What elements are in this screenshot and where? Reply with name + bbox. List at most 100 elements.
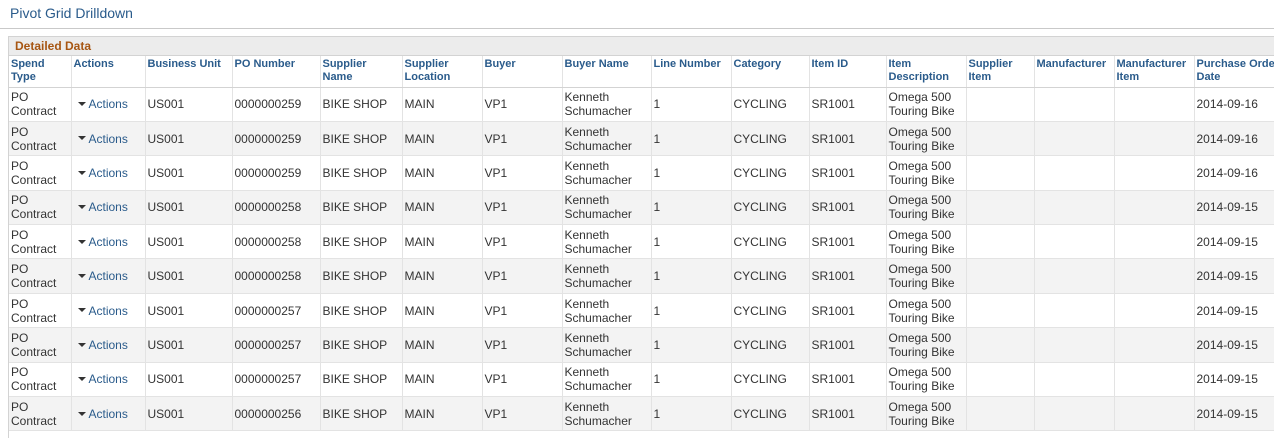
table-row[interactable]: PO Contract Actions US001 0000000256 BIKE SH… [9,396,1274,432]
cell-manufacturer [1034,190,1115,226]
actions-menu-link[interactable]: Actions [74,304,128,318]
actions-menu-link[interactable]: Actions [74,166,128,180]
col-header-manufacturer[interactable]: Manufacturer [1034,56,1115,88]
cell-po-number: 0000000259 [232,155,321,191]
cell-category: CYCLING [731,121,810,157]
cell-buyer: VP1 [482,293,563,329]
col-header-manufacturer-item[interactable]: Manufacturer Item [1114,56,1195,88]
cell-po-date: 2014-09-15 [1194,190,1274,226]
col-header-item-description[interactable]: Item Description [886,56,967,88]
cell-actions: Actions [71,155,146,191]
table-row[interactable]: PO Contract Actions US001 0000000259 BIKE SH… [9,121,1274,157]
cell-supplier-location: MAIN [402,121,483,157]
col-header-item-id[interactable]: Item ID [809,56,887,88]
col-header-line-number[interactable]: Line Number [651,56,732,88]
cell-po-number: 0000000257 [232,327,321,363]
table-row[interactable]: PO Contract Actions US001 0000000259 BIKE SH… [9,155,1274,191]
actions-menu-link[interactable]: Actions [74,407,128,421]
cell-business-unit: US001 [145,87,233,122]
actions-label: Actions [88,234,128,249]
cell-item-id: SR1001 [809,327,887,363]
cell-po-date: 2014-09-15 [1194,362,1274,398]
cell-manufacturer [1034,362,1115,398]
actions-label: Actions [88,165,128,180]
caret-down-icon [77,102,86,107]
caret-down-icon [77,273,86,278]
cell-line-number: 1 [651,327,732,363]
cell-category: CYCLING [731,224,810,260]
col-header-supplier-item[interactable]: Supplier Item [966,56,1035,88]
cell-item-description: Omega 500 Touring Bike [886,396,967,432]
actions-menu-link[interactable]: Actions [74,338,128,352]
cell-buyer-name: Kenneth Schumacher [562,362,652,398]
cell-business-unit: US001 [145,396,233,432]
cell-supplier-item [966,121,1035,157]
actions-menu-link[interactable]: Actions [74,132,128,146]
cell-supplier-location: MAIN [402,224,483,260]
cell-manufacturer [1034,87,1115,122]
cell-buyer-name: Kenneth Schumacher [562,224,652,260]
cell-manufacturer [1034,155,1115,191]
cell-actions: Actions [71,190,146,226]
cell-buyer-name: Kenneth Schumacher [562,396,652,432]
cell-item-description: Omega 500 Touring Bike [886,224,967,260]
caret-down-icon [77,136,86,141]
col-header-spend-type[interactable]: Spend Type [9,56,72,88]
col-header-buyer-name[interactable]: Buyer Name [562,56,652,88]
actions-menu-link[interactable]: Actions [74,97,128,111]
cell-po-date: 2014-09-15 [1194,293,1274,329]
actions-label: Actions [88,269,128,284]
cell-supplier-location: MAIN [402,87,483,122]
cell-supplier-location: MAIN [402,258,483,294]
header-row: Spend Type Actions Business Unit PO Numb… [9,56,1274,88]
table-row[interactable]: PO Contract Actions US001 0000000258 BIKE SH… [9,190,1274,226]
col-header-purchase-order-date[interactable]: Purchase Order Date [1194,56,1274,88]
table-row[interactable]: PO Contract Actions US001 0000000259 BIKE SH… [9,87,1274,122]
col-header-supplier-location[interactable]: Supplier Location [402,56,483,88]
cell-buyer-name: Kenneth Schumacher [562,155,652,191]
col-header-po-number[interactable]: PO Number [232,56,321,88]
actions-menu-link[interactable]: Actions [74,372,128,386]
cell-line-number: 1 [651,293,732,329]
cell-manufacturer [1034,396,1115,432]
table-row[interactable]: PO Contract Actions US001 0000000257 BIKE SH… [9,362,1274,398]
cell-supplier-item [966,327,1035,363]
cell-supplier-location: MAIN [402,190,483,226]
cell-line-number: 1 [651,396,732,432]
grid-body: PO Contract Actions US001 0000000259 BIKE SH… [9,87,1274,432]
cell-supplier-item [966,258,1035,294]
cell-manufacturer-item [1114,121,1195,157]
col-header-category[interactable]: Category [731,56,810,88]
cell-manufacturer-item [1114,87,1195,122]
col-header-buyer[interactable]: Buyer [482,56,563,88]
cell-item-id: SR1001 [809,362,887,398]
table-row[interactable]: PO Contract Actions US001 0000000258 BIKE SH… [9,258,1274,294]
actions-menu-link[interactable]: Actions [74,235,128,249]
actions-menu-link[interactable]: Actions [74,200,128,214]
cell-manufacturer-item [1114,327,1195,363]
cell-po-number: 0000000258 [232,190,321,226]
cell-spend-type: PO Contract [9,327,72,363]
actions-menu-link[interactable]: Actions [74,269,128,283]
table-row[interactable]: PO Contract Actions US001 0000000257 BIKE SH… [9,293,1274,329]
cell-item-description: Omega 500 Touring Bike [886,121,967,157]
table-row[interactable]: PO Contract Actions US001 0000000258 BIKE SH… [9,224,1274,260]
cell-po-date: 2014-09-16 [1194,121,1274,157]
cell-item-id: SR1001 [809,121,887,157]
cell-actions: Actions [71,396,146,432]
detailed-data-panel: Detailed Data Spend Type Actions Busines… [8,36,1274,438]
cell-manufacturer-item [1114,190,1195,226]
col-header-supplier-name[interactable]: Supplier Name [320,56,403,88]
cell-supplier-name: BIKE SHOP [320,293,403,329]
cell-buyer: VP1 [482,224,563,260]
cell-po-number: 0000000258 [232,258,321,294]
cell-manufacturer [1034,327,1115,363]
col-header-business-unit[interactable]: Business Unit [145,56,233,88]
cell-po-number: 0000000257 [232,293,321,329]
cell-line-number: 1 [651,224,732,260]
cell-buyer: VP1 [482,396,563,432]
table-row[interactable]: PO Contract Actions US001 0000000257 BIKE SH… [9,327,1274,363]
cell-spend-type: PO Contract [9,362,72,398]
actions-label: Actions [88,97,128,112]
cell-manufacturer-item [1114,362,1195,398]
